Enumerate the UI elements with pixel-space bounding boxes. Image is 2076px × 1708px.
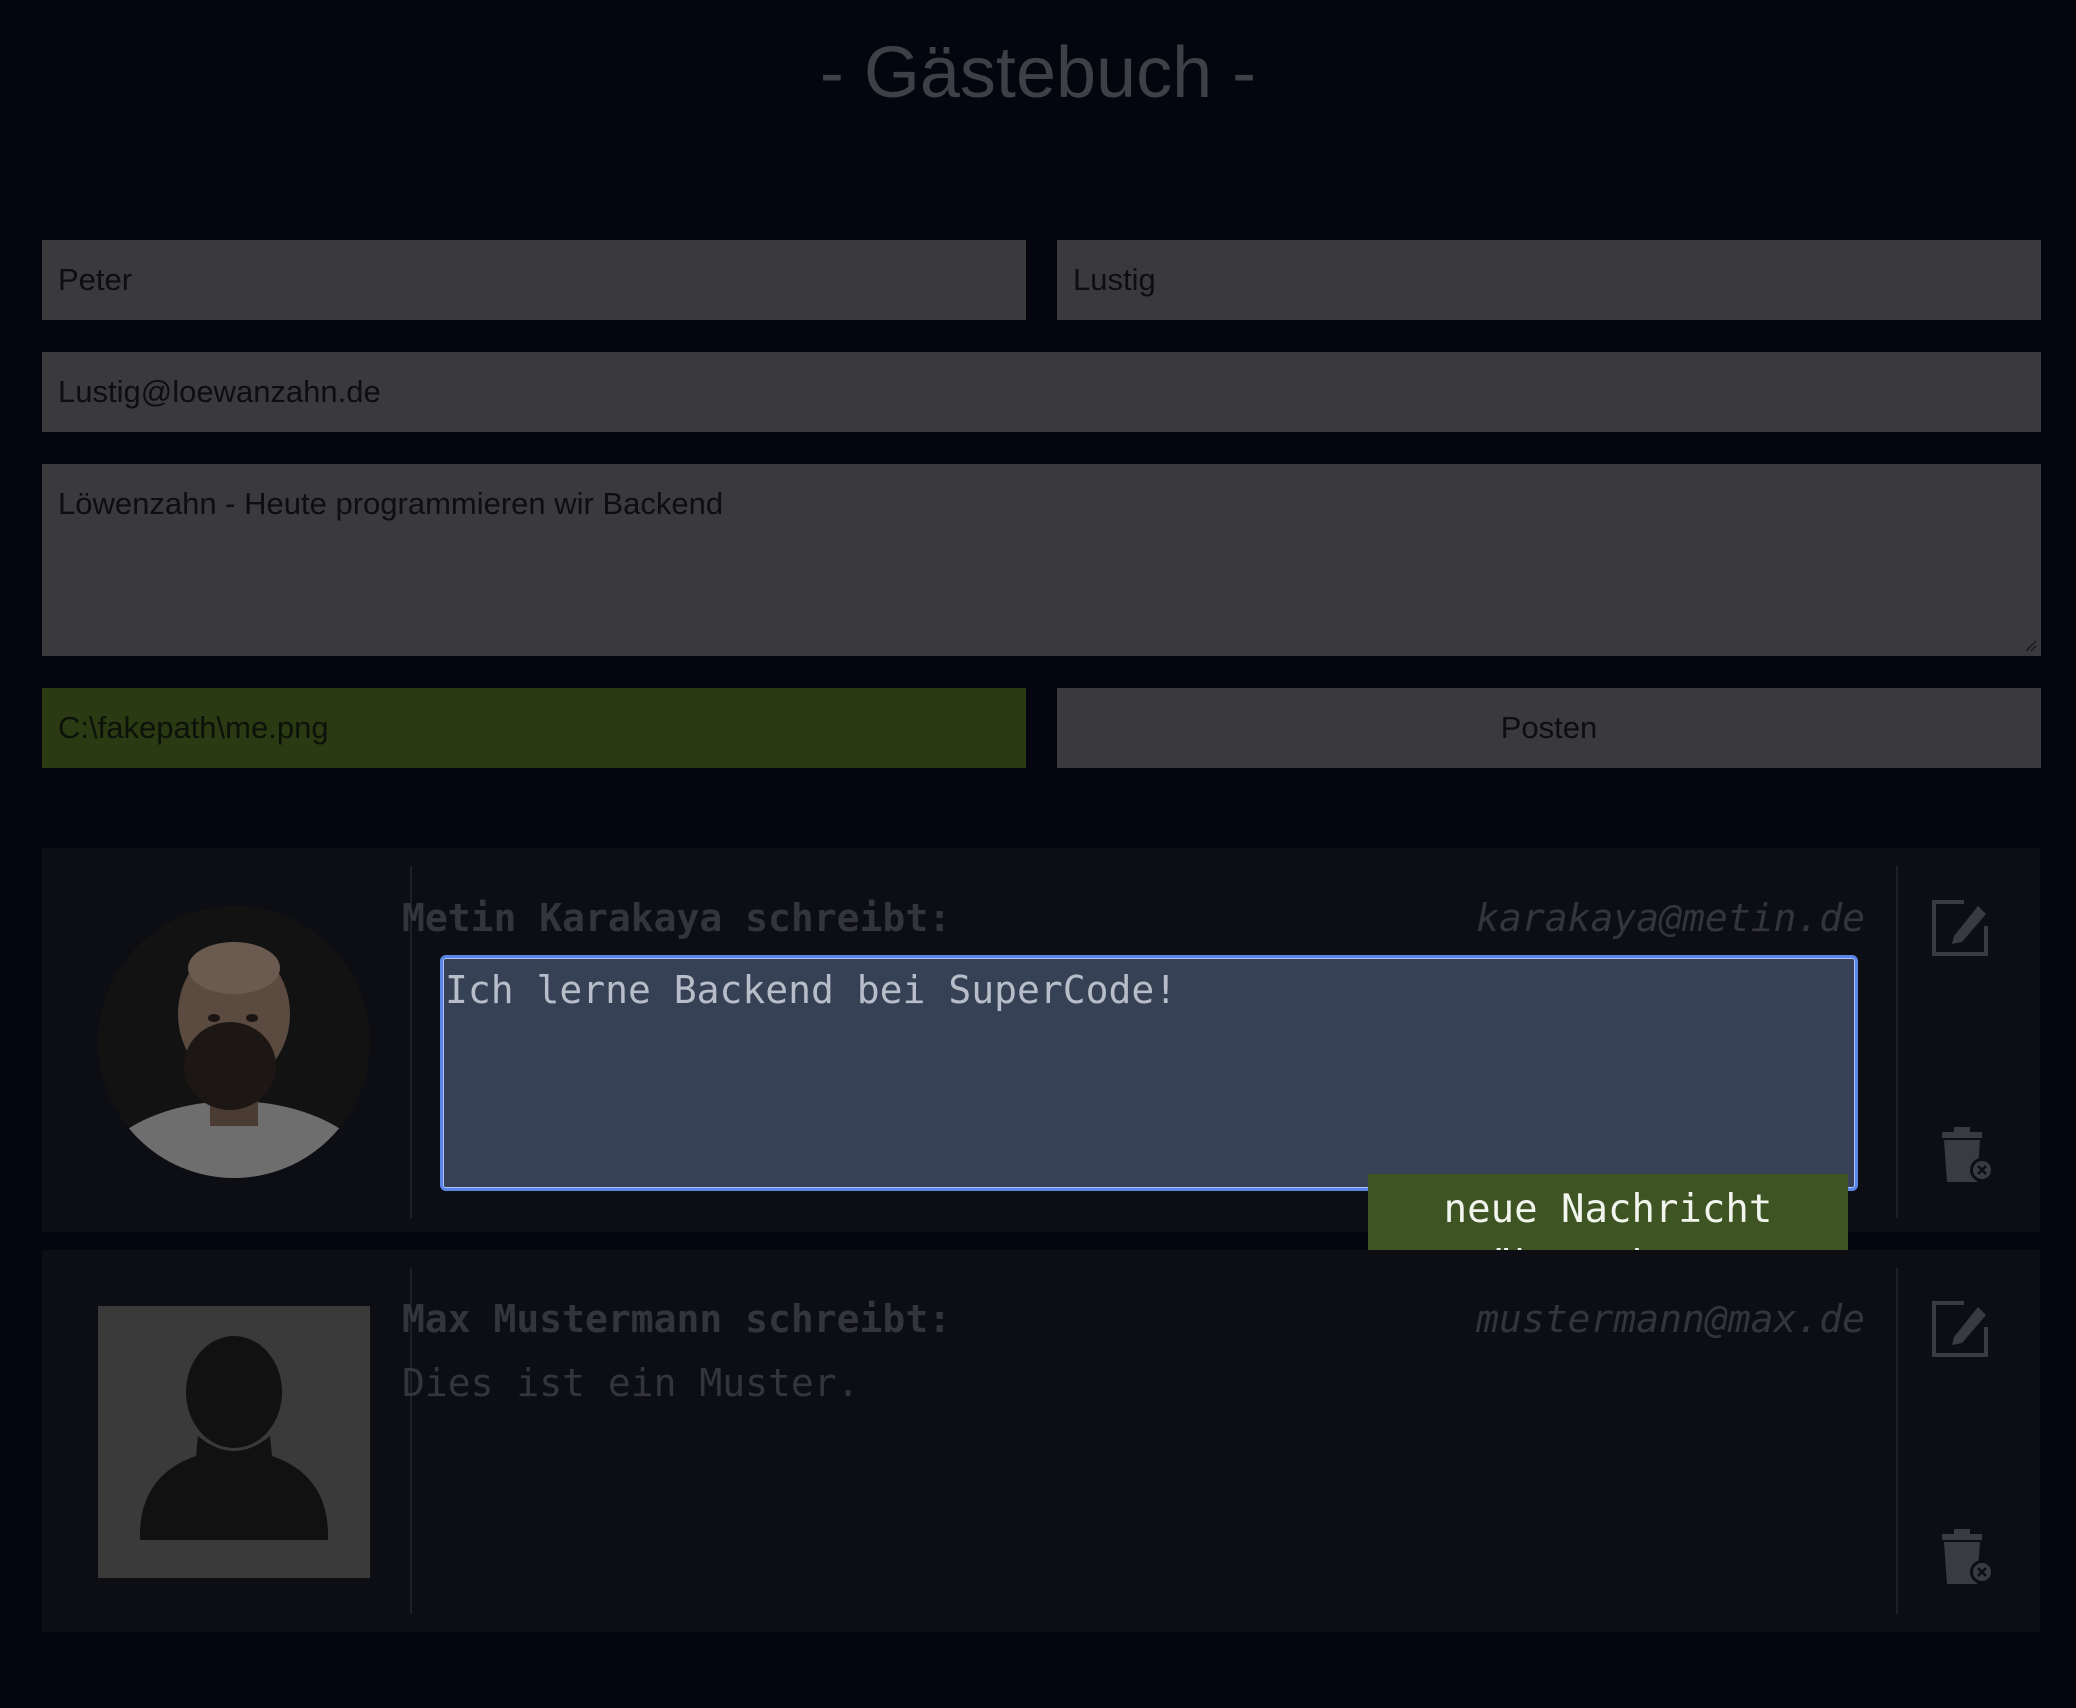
- entry-message: Dies ist ein Muster.: [402, 1361, 860, 1405]
- entry-email[interactable]: mustermann@max.de: [1476, 1297, 1865, 1341]
- file-input[interactable]: C:\fakepath\me.png: [42, 688, 1026, 768]
- last-name-input[interactable]: Lustig: [1057, 240, 2041, 320]
- last-name-value: Lustig: [1073, 262, 1156, 297]
- message-value: Löwenzahn - Heute programmieren wir Back…: [58, 486, 724, 521]
- edit-message-textarea[interactable]: Ich lerne Backend bei SuperCode!: [440, 955, 1858, 1191]
- first-name-value: Peter: [58, 262, 133, 297]
- trash-icon[interactable]: [1932, 1526, 1996, 1590]
- post-button[interactable]: Posten: [1057, 688, 2041, 768]
- file-value: C:\fakepath\me.png: [58, 710, 329, 745]
- avatar-placeholder-icon: [98, 1306, 370, 1578]
- avatar: [98, 906, 370, 1178]
- edit-icon[interactable]: [1928, 896, 1992, 960]
- message-textarea[interactable]: Löwenzahn - Heute programmieren wir Back…: [42, 464, 2041, 656]
- resize-grip-icon[interactable]: [2023, 638, 2037, 652]
- trash-icon[interactable]: [1932, 1124, 1996, 1188]
- email-value: Lustig@loewanzahn.de: [58, 374, 381, 409]
- divider: [1896, 1268, 1898, 1614]
- entry-author: Metin Karakaya schreibt:: [402, 896, 952, 940]
- divider: [1896, 866, 1898, 1218]
- edit-icon[interactable]: [1928, 1297, 1992, 1361]
- entry-email[interactable]: karakaya@metin.de: [1476, 896, 1865, 940]
- page-title: - Gästebuch -: [819, 33, 1257, 113]
- first-name-input[interactable]: Peter: [42, 240, 1026, 320]
- accept-label-line1: neue Nachricht: [1443, 1187, 1773, 1232]
- email-input[interactable]: Lustig@loewanzahn.de: [42, 352, 2041, 432]
- edit-message-value: Ich lerne Backend bei SuperCode!: [445, 968, 1178, 1012]
- entry-author: Max Mustermann schreibt:: [402, 1297, 952, 1341]
- avatar: [98, 1306, 370, 1578]
- avatar-photo-icon: [98, 906, 370, 1178]
